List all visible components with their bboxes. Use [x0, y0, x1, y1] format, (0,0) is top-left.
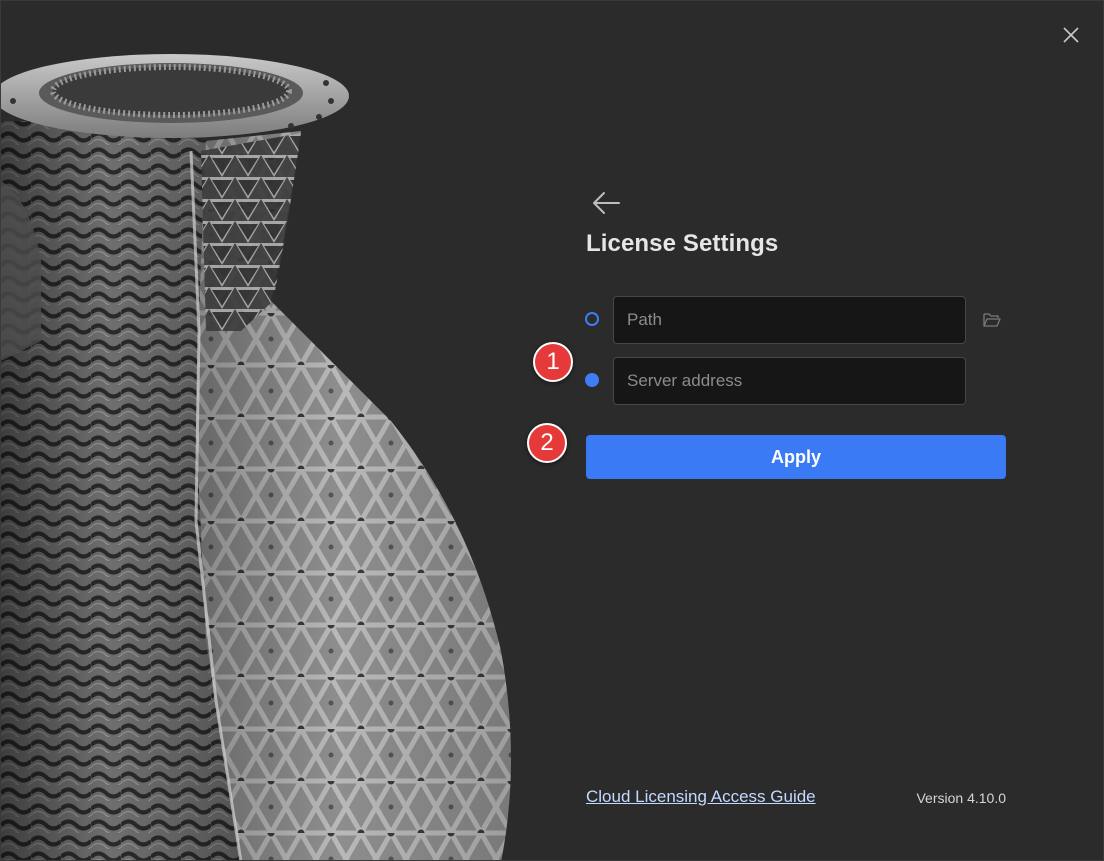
license-settings-window: License Settings Apply 1 2 Cloud Licensi…: [0, 0, 1104, 861]
hero-vase-image: [1, 1, 561, 860]
annotation-marker-1: 1: [533, 342, 573, 382]
back-button[interactable]: [591, 189, 623, 217]
radio-path-option[interactable]: [585, 312, 599, 326]
server-address-input[interactable]: [613, 357, 966, 405]
radio-server-option[interactable]: [585, 373, 599, 387]
folder-open-icon: [983, 313, 1001, 327]
path-input[interactable]: [613, 296, 966, 344]
browse-folder-button[interactable]: [982, 311, 1002, 329]
arrow-left-icon: [593, 192, 620, 214]
cloud-licensing-guide-link[interactable]: Cloud Licensing Access Guide: [586, 787, 816, 807]
apply-button[interactable]: Apply: [586, 435, 1006, 479]
version-label: Version 4.10.0: [916, 790, 1006, 806]
page-title: License Settings: [586, 230, 779, 257]
close-button[interactable]: [1059, 23, 1083, 47]
annotation-marker-2: 2: [527, 423, 567, 463]
close-icon: [1063, 27, 1079, 43]
